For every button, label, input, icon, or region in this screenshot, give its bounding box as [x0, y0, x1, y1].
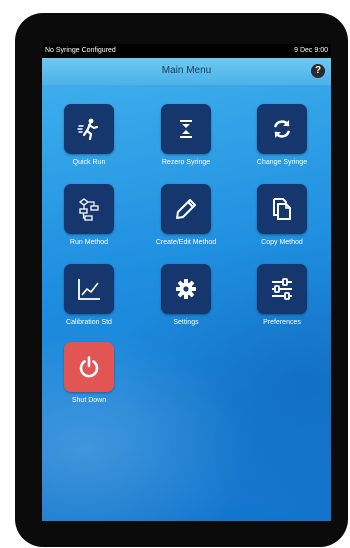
rezero-syringe-label: Rezero Syringe — [161, 159, 211, 166]
help-button[interactable]: ? — [311, 64, 325, 78]
copy-icon — [273, 198, 291, 220]
page-title: Main Menu — [161, 65, 212, 76]
preferences-button[interactable] — [257, 264, 307, 314]
create-edit-method-button[interactable] — [161, 184, 211, 234]
rezero-icon — [180, 120, 192, 138]
change-syringe-label: Change Syringe — [256, 159, 308, 166]
line-chart-icon — [78, 279, 100, 300]
preferences-tile[interactable]: Preferences — [242, 264, 322, 326]
title-bar: Main Menu ? — [42, 58, 331, 85]
create-edit-method-label: Create/Edit Method — [155, 239, 217, 246]
run-method-button[interactable] — [64, 184, 114, 234]
copy-method-label: Copy Method — [261, 239, 303, 246]
quick-run-label: Quick Run — [72, 159, 106, 166]
status-bar: No Syringe Configured 9 Dec 9:00 — [42, 44, 331, 58]
shut-down-tile[interactable]: Shut Down — [49, 342, 129, 404]
create-edit-method-tile[interactable]: Create/Edit Method — [146, 184, 226, 246]
flowchart-icon — [78, 198, 99, 221]
change-syringe-tile[interactable]: Change Syringe — [242, 104, 322, 166]
calibration-std-button[interactable] — [64, 264, 114, 314]
syringe-status: No Syringe Configured — [45, 47, 116, 54]
rezero-syringe-tile[interactable]: Rezero Syringe — [146, 104, 226, 166]
running-person-icon — [77, 118, 98, 141]
shut-down-button[interactable] — [64, 342, 114, 392]
shut-down-label: Shut Down — [71, 397, 107, 404]
calibration-std-tile[interactable]: Calibration Std — [49, 264, 129, 326]
calibration-std-label: Calibration Std — [66, 319, 112, 326]
change-syringe-button[interactable] — [257, 104, 307, 154]
quick-run-tile[interactable]: Quick Run — [49, 104, 129, 166]
run-method-tile[interactable]: Run Method — [49, 184, 129, 246]
run-method-label: Run Method — [69, 239, 109, 246]
settings-label: Settings — [173, 319, 199, 326]
screen: No Syringe Configured 9 Dec 9:00 Main Me… — [42, 44, 331, 521]
power-icon — [79, 356, 99, 378]
settings-tile[interactable]: Settings — [146, 264, 226, 326]
refresh-icon — [274, 120, 290, 138]
pencil-icon — [176, 199, 196, 219]
quick-run-button[interactable] — [64, 104, 114, 154]
settings-button[interactable] — [161, 264, 211, 314]
preferences-label: Preferences — [263, 319, 301, 326]
copy-method-button[interactable] — [257, 184, 307, 234]
gear-icon — [176, 279, 196, 299]
copy-method-tile[interactable]: Copy Method — [242, 184, 322, 246]
rezero-syringe-button[interactable] — [161, 104, 211, 154]
date-time: 9 Dec 9:00 — [294, 47, 328, 54]
sliders-icon — [272, 278, 292, 300]
